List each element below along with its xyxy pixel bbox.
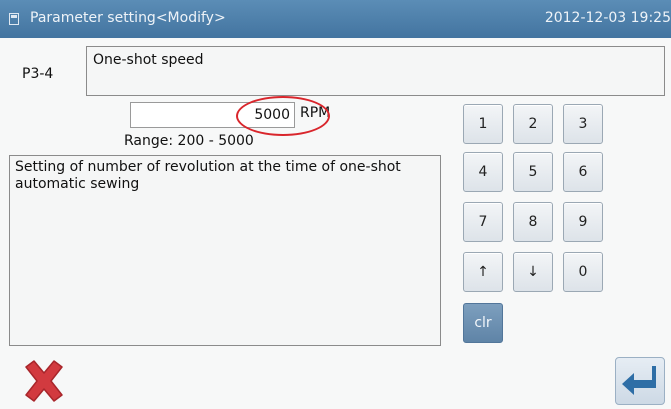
key-9[interactable]: 9	[563, 202, 603, 242]
window-title: Parameter setting<Modify>	[30, 10, 226, 26]
key-3[interactable]: 3	[563, 104, 603, 144]
key-8[interactable]: 8	[513, 202, 553, 242]
key-down-arrow[interactable]: ↓	[513, 252, 553, 292]
key-2[interactable]: 2	[513, 104, 553, 144]
app-icon	[9, 13, 19, 25]
key-clear[interactable]: clr	[463, 303, 503, 343]
parameter-code: P3-4	[22, 66, 54, 82]
key-6[interactable]: 6	[563, 152, 603, 192]
datetime: 2012-12-03 19:25	[544, 10, 671, 26]
description-text: Setting of number of revolution at the t…	[15, 159, 401, 192]
x-icon	[25, 360, 63, 402]
value-input[interactable]: 5000	[130, 102, 295, 128]
title-bar: Parameter setting<Modify> 2012-12-03 19:…	[0, 0, 671, 38]
value-unit: RPM	[300, 105, 331, 121]
key-4[interactable]: 4	[463, 152, 503, 192]
enter-button[interactable]	[615, 357, 665, 405]
key-1[interactable]: 1	[463, 104, 503, 144]
range-label: Range: 200 - 5000	[124, 133, 254, 149]
enter-return-icon	[622, 366, 656, 395]
parameter-name-box: One-shot speed	[86, 46, 665, 96]
key-0[interactable]: 0	[563, 252, 603, 292]
key-7[interactable]: 7	[463, 202, 503, 242]
parameter-name: One-shot speed	[93, 52, 204, 68]
key-5[interactable]: 5	[513, 152, 553, 192]
description-box: Setting of number of revolution at the t…	[9, 155, 441, 346]
key-up-arrow[interactable]: ↑	[463, 252, 503, 292]
cancel-button[interactable]	[20, 357, 68, 405]
